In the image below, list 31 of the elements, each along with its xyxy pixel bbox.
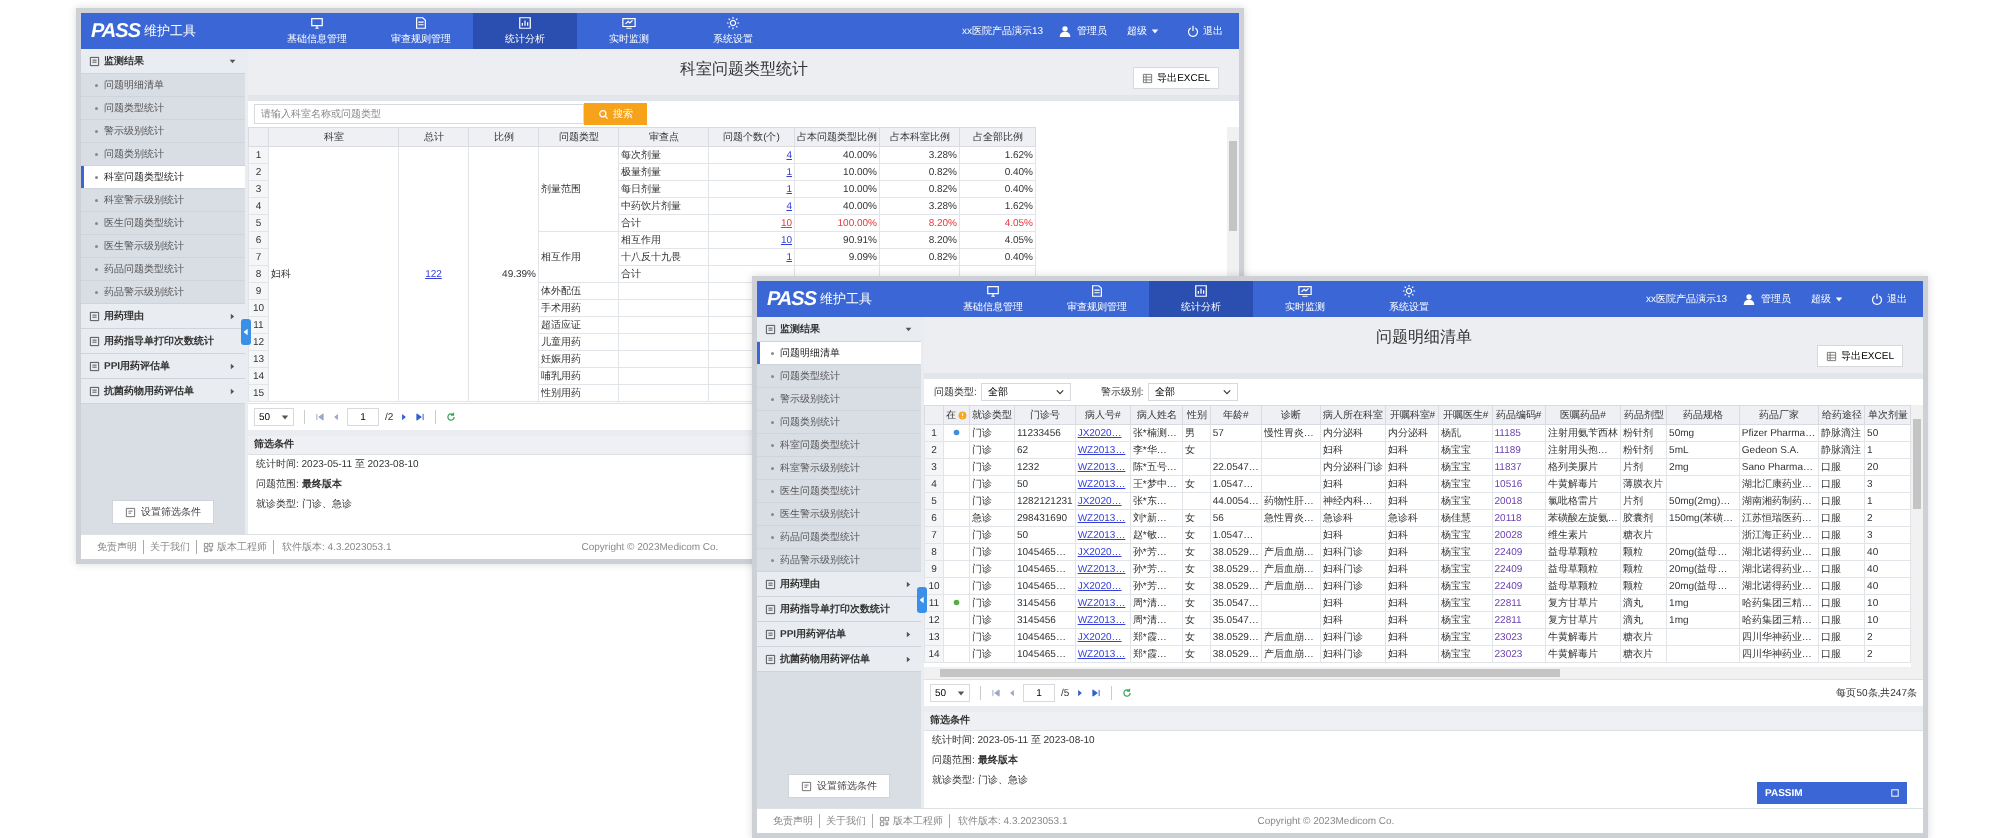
caret-icon [228,386,237,396]
caret-icon [904,324,913,334]
collapse-handle[interactable] [241,319,251,345]
caret-icon [957,689,965,697]
scrollbar[interactable] [924,667,1911,679]
last-page-icon[interactable] [415,412,426,422]
logo-mark: PASS [91,19,140,43]
previous-page-icon[interactable] [1007,688,1017,698]
page-title: 问题明细清单 [1375,327,1472,348]
logo-mark: PASS [767,287,816,311]
caret-icon [228,311,237,321]
user-icon [1059,25,1071,37]
first-page-icon[interactable] [315,412,325,422]
caret-icon [904,579,913,589]
next-page-icon[interactable] [399,412,410,422]
caret-icon [228,361,237,371]
page-title: 科室问题类型统计 [679,59,808,80]
caret-icon [281,413,289,421]
caret-icon [904,629,913,639]
collapse-handle[interactable] [917,587,927,613]
caret-icon [1835,295,1843,303]
first-page-icon[interactable] [991,688,1001,698]
user-icon [1743,293,1755,305]
caret-icon [904,654,913,664]
next-page-icon[interactable] [1075,688,1086,698]
previous-page-icon[interactable] [331,412,341,422]
scrollbar[interactable] [1911,405,1923,679]
caret-icon [228,56,237,66]
alert-icon [958,410,967,420]
last-page-icon[interactable] [1091,688,1102,698]
caret-icon [1151,27,1159,35]
